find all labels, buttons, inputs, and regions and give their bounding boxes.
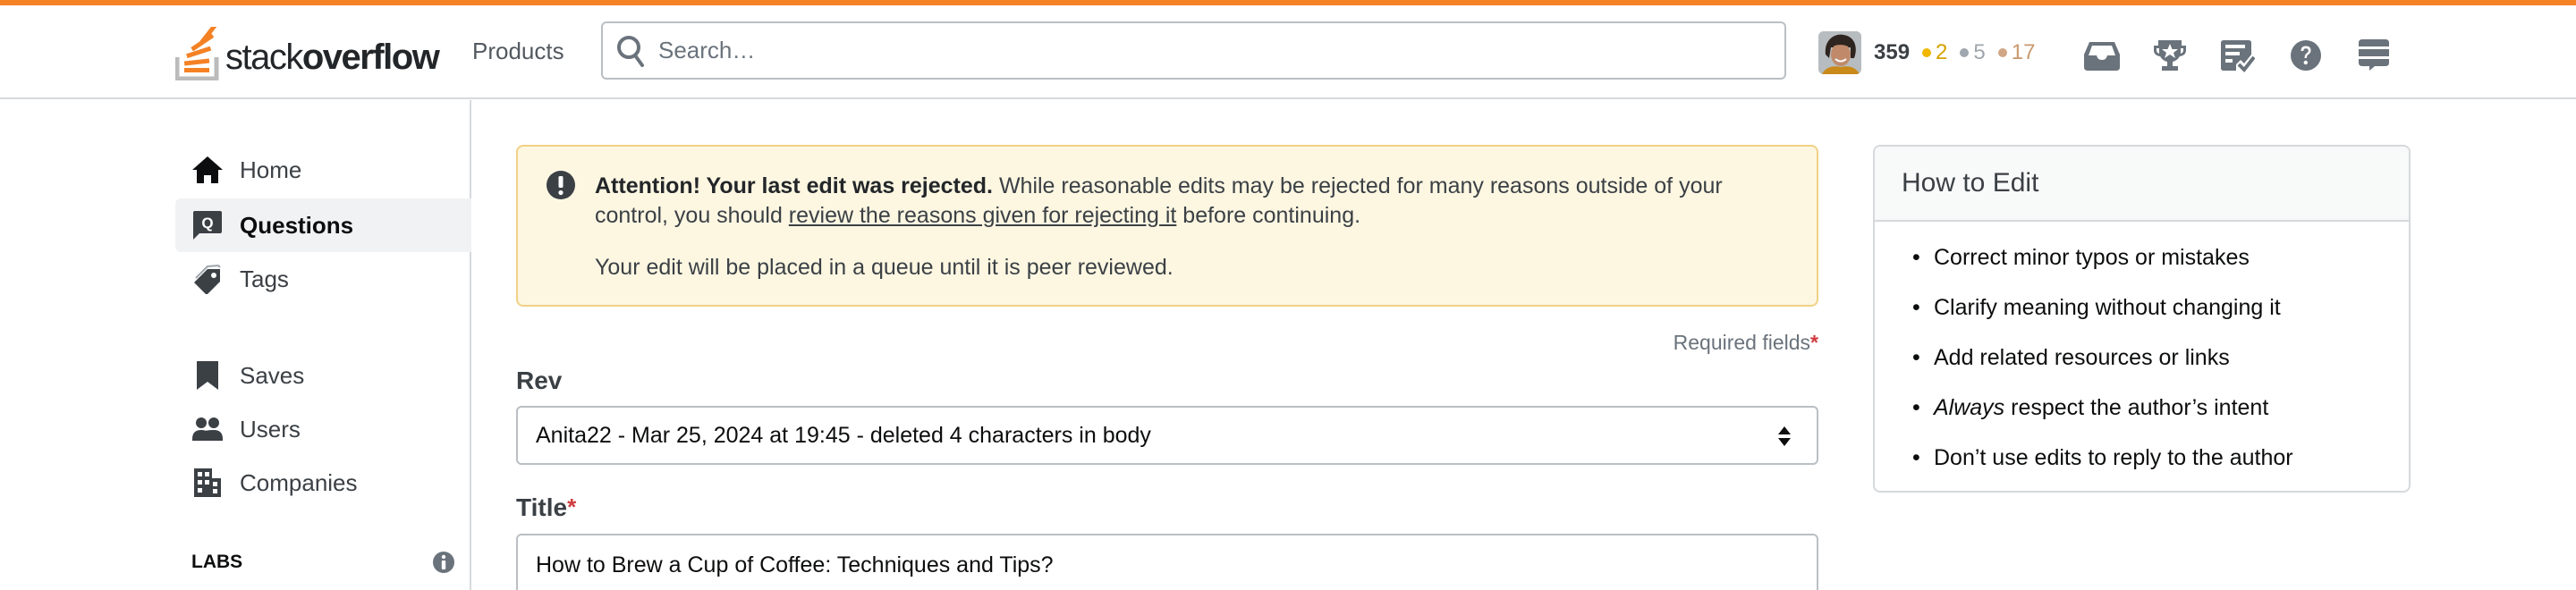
inbox-icon bbox=[2084, 42, 2120, 71]
list-item: Always respect the author’s intent bbox=[1912, 393, 2409, 443]
sidebar-item-label: Tags bbox=[240, 265, 289, 292]
list-item-text: Clarify meaning without changing it bbox=[1934, 295, 2281, 320]
top-bar-icons bbox=[2084, 38, 2424, 73]
site-switcher-icon bbox=[2359, 39, 2389, 71]
select-arrows-icon bbox=[1778, 426, 1791, 446]
sidebar-item-tags[interactable]: Tags bbox=[175, 252, 471, 306]
home-icon bbox=[191, 154, 224, 186]
alert-subtext: Your edit will be placed in a queue unti… bbox=[595, 255, 1174, 280]
avatar[interactable] bbox=[1818, 31, 1861, 74]
site-switcher-button[interactable] bbox=[2356, 38, 2392, 73]
required-asterisk: * bbox=[1810, 331, 1818, 354]
logo-text-overflow: overflow bbox=[301, 38, 440, 77]
list-item: Clarify meaning without changing it bbox=[1912, 293, 2409, 343]
user-card[interactable]: 359 2 5 17 bbox=[1818, 30, 2035, 75]
sidebar-item-label: Saves bbox=[240, 361, 305, 389]
title-input[interactable] bbox=[516, 534, 1818, 590]
rejected-edit-alert: Attention! Your last edit was rejected. … bbox=[516, 145, 1818, 307]
logo-text-stack: stack bbox=[225, 38, 303, 77]
silver-badge-icon bbox=[1960, 48, 1970, 57]
sidebar-item-questions[interactable]: Q Questions bbox=[175, 198, 471, 252]
products-menu-link[interactable]: Products bbox=[472, 38, 564, 65]
logo-text: stackoverflow bbox=[225, 38, 440, 77]
sidebar-item-label: Home bbox=[240, 156, 302, 183]
search-input[interactable] bbox=[658, 37, 1732, 64]
stack-logo-icon bbox=[175, 27, 219, 80]
tag-icon bbox=[191, 263, 224, 295]
review-queue-icon bbox=[2221, 40, 2255, 72]
achievements-button[interactable] bbox=[2152, 38, 2188, 73]
users-icon bbox=[191, 413, 224, 445]
alert-icon bbox=[547, 171, 575, 199]
revision-select-value: Anita22 - Mar 25, 2024 at 19:45 - delete… bbox=[536, 422, 1151, 448]
list-item: Don’t use edits to reply to the author bbox=[1912, 443, 2409, 491]
rev-label: Rev bbox=[516, 367, 563, 394]
labs-info-button[interactable] bbox=[432, 551, 455, 578]
list-item: Add related resources or links bbox=[1912, 343, 2409, 393]
bronze-badge-value: 17 bbox=[2011, 40, 2036, 64]
bookmark-icon bbox=[191, 359, 224, 392]
questions-icon: Q bbox=[191, 209, 224, 241]
labs-heading: LABS bbox=[191, 552, 243, 572]
title-label: Title* bbox=[516, 493, 576, 522]
review-queues-button[interactable] bbox=[2220, 38, 2256, 73]
alert-heading: Attention! Your last edit was rejected. bbox=[595, 173, 993, 198]
sidebar-item-saves[interactable]: Saves bbox=[175, 349, 471, 402]
required-fields-label: Required fields bbox=[1673, 331, 1811, 354]
sidebar-item-home[interactable]: Home bbox=[175, 143, 471, 197]
silver-badge-value: 5 bbox=[1973, 40, 1986, 64]
avatar-photo-icon bbox=[1818, 31, 1861, 74]
info-icon bbox=[433, 552, 454, 573]
gold-badge-value: 2 bbox=[1936, 40, 1948, 64]
top-bar: stackoverflow Products 359 2 5 17 bbox=[0, 5, 2576, 99]
rejection-reasons-link[interactable]: review the reasons given for rejecting i… bbox=[789, 203, 1177, 228]
how-to-edit-panel: How to Edit Correct minor typos or mista… bbox=[1873, 145, 2411, 493]
search-box[interactable] bbox=[601, 21, 1786, 80]
stackoverflow-logo[interactable]: stackoverflow bbox=[175, 27, 440, 80]
alert-message: Attention! Your last edit was rejected. … bbox=[595, 172, 1793, 231]
search-icon bbox=[617, 35, 644, 67]
how-to-edit-list: Correct minor typos or mistakes Clarify … bbox=[1875, 222, 2409, 491]
reputation-count: 359 bbox=[1874, 40, 1911, 64]
gold-badge-icon bbox=[1922, 48, 1932, 57]
inbox-button[interactable] bbox=[2084, 38, 2120, 73]
list-item-text: Correct minor typos or mistakes bbox=[1934, 245, 2250, 270]
list-item-text: respect the author’s intent bbox=[2004, 395, 2269, 420]
list-item: Correct minor typos or mistakes bbox=[1912, 243, 2409, 293]
help-icon bbox=[2291, 40, 2321, 71]
bronze-badge-count: 17 bbox=[1997, 40, 2036, 65]
sidebar-item-label: Companies bbox=[240, 468, 358, 496]
list-item-emphasis: Always bbox=[1934, 395, 2005, 420]
sidebar-item-users[interactable]: Users bbox=[175, 402, 471, 456]
how-to-edit-heading: How to Edit bbox=[1875, 147, 2409, 222]
title-required-asterisk: * bbox=[567, 493, 577, 520]
list-item-text: Add related resources or links bbox=[1934, 345, 2230, 370]
left-sidebar: Home Q Questions Tags Saves Users Compan… bbox=[175, 100, 471, 590]
alert-body-text-end: before continuing. bbox=[1176, 203, 1361, 228]
required-fields-note: Required fields* bbox=[1574, 331, 1818, 355]
sidebar-item-label: Users bbox=[240, 415, 301, 442]
sidebar-item-companies[interactable]: Companies bbox=[175, 456, 471, 510]
bronze-badge-icon bbox=[1997, 48, 2007, 57]
help-button[interactable] bbox=[2288, 38, 2324, 73]
building-icon bbox=[191, 467, 224, 499]
title-label-text: Title bbox=[516, 493, 568, 521]
gold-badge-count: 2 bbox=[1922, 40, 1947, 65]
svg-text:Q: Q bbox=[201, 215, 213, 232]
achievements-icon bbox=[2154, 40, 2186, 71]
revision-select[interactable]: Anita22 - Mar 25, 2024 at 19:45 - delete… bbox=[516, 406, 1818, 465]
list-item-text: Don’t use edits to reply to the author bbox=[1934, 445, 2293, 470]
silver-badge-count: 5 bbox=[1960, 40, 1986, 65]
sidebar-item-label: Questions bbox=[240, 211, 354, 239]
